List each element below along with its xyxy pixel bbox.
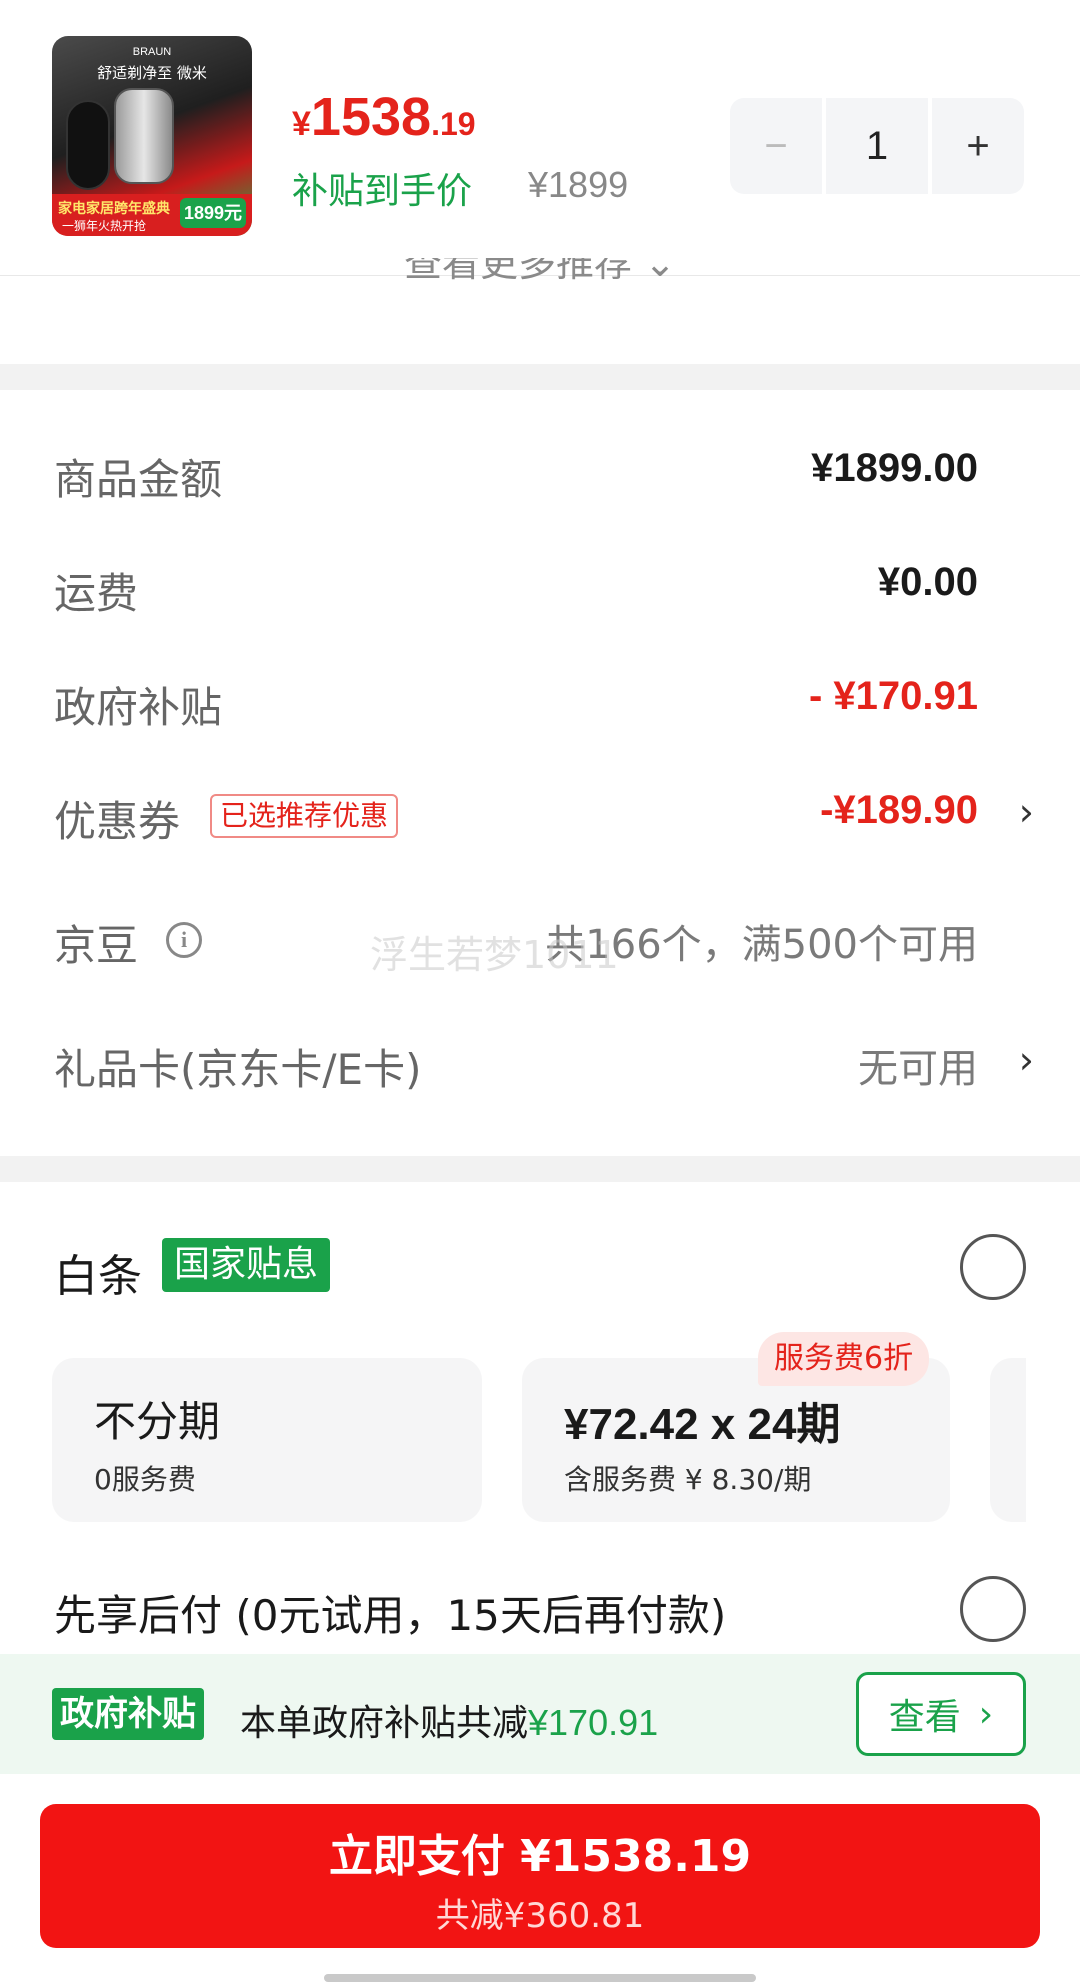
section-divider (0, 1156, 1080, 1182)
section-divider (0, 364, 1080, 390)
gov-subsidy-summary-amount: ¥170.91 (528, 1702, 659, 1743)
service-fee-discount-badge: 服务费6折 (758, 1332, 930, 1386)
product-brand: BRAUN (132, 46, 172, 58)
national-interest-badge: 国家贴息 (162, 1238, 331, 1292)
quantity-stepper: − 1 + (730, 98, 1028, 194)
shaver-graphic (114, 88, 174, 184)
buy-now-pay-later-label: 先享后付 (0元试用，15天后再付款) (54, 1591, 727, 1640)
installment-option-peek[interactable] (990, 1358, 1026, 1522)
product-image[interactable]: BRAUN 舒适剃净至 微米 家电家居跨年盛典 一狮年火热开抢 1899元 (52, 36, 252, 236)
giftcard-label: 礼品卡(京东卡/E卡) (54, 1045, 422, 1094)
chevron-right-icon: › (1018, 790, 1034, 834)
total-discount-label: 共减¥360.81 (435, 1896, 645, 1936)
coupon-value: -¥189.90 (820, 788, 978, 832)
installment-option-fee: 含服务费 ¥ 8.30/期 (564, 1463, 812, 1496)
gov-subsidy-value: - ¥170.91 (808, 674, 978, 718)
decrease-quantity-button[interactable]: − (730, 98, 822, 194)
home-indicator[interactable] (324, 1974, 756, 1982)
info-icon[interactable]: i (166, 922, 202, 958)
shipping-value: ¥0.00 (877, 560, 978, 604)
gov-subsidy-row: 政府补贴 - ¥170.91 (0, 674, 1080, 734)
buy-now-pay-later-radio[interactable] (960, 1576, 1026, 1642)
product-card: BRAUN 舒适剃净至 微米 家电家居跨年盛典 一狮年火热开抢 1899元 ¥1… (0, 0, 1080, 276)
goods-amount-row: 商品金额 ¥1899.00 (0, 446, 1080, 506)
pay-now-label: 立即支付 ¥1538.19 (328, 1831, 752, 1882)
charging-dock-graphic (66, 100, 110, 190)
giftcard-value: 无可用 (858, 1046, 978, 1092)
gov-subsidy-strip: 政府补贴 本单政府补贴共减¥170.91 查看 › (0, 1654, 1080, 1774)
price-decimal: .19 (431, 106, 476, 142)
more-recommend-link[interactable]: 查看更多推荐 ⌄ (0, 258, 1080, 310)
baitiao-title: 白条 (54, 1251, 142, 1302)
gov-subsidy-summary: 本单政府补贴共减¥170.91 (240, 1694, 658, 1746)
coupon-label: 优惠券 (54, 797, 181, 846)
installment-option-title: ¥72.42 x 24期 (564, 1400, 841, 1449)
promo-text: 家电家居跨年盛典 (58, 201, 170, 217)
chevron-right-icon: › (1018, 1038, 1034, 1082)
giftcard-row[interactable]: 礼品卡(京东卡/E卡) 无可用 › (0, 1036, 1080, 1096)
installment-option-fee: 0服务费 (94, 1463, 196, 1496)
quantity-value[interactable]: 1 (826, 98, 928, 194)
increase-quantity-button[interactable]: + (932, 98, 1024, 194)
original-price: ¥1899 (528, 164, 629, 205)
pay-now-button[interactable]: 立即支付 ¥1538.19 共减¥360.81 (40, 1804, 1040, 1948)
promo-subtext: 一狮年火热开抢 (62, 219, 147, 233)
chevron-right-icon: › (978, 1693, 994, 1735)
price-integer: 1538 (310, 87, 432, 147)
gov-subsidy-label: 政府补贴 (54, 683, 223, 732)
watermark: 浮生若梦1011 (370, 933, 619, 977)
gov-subsidy-badge: 政府补贴 (52, 1688, 204, 1740)
subsidy-price-label: 补贴到手价 (292, 171, 473, 212)
shipping-row: 运费 ¥0.00 (0, 560, 1080, 620)
installment-option-title: 不分期 (94, 1397, 221, 1446)
product-headline: 舒适剃净至 微米 (97, 64, 207, 82)
more-recommend-label: 查看更多推荐 ⌄ (404, 258, 676, 285)
baitiao-radio[interactable] (960, 1234, 1026, 1300)
jingdou-label: 京豆 (54, 921, 139, 970)
installment-option-none[interactable]: 不分期 0服务费 (52, 1358, 482, 1522)
gov-subsidy-summary-text: 本单政府补贴共减 (240, 1703, 529, 1744)
coupon-row[interactable]: 优惠券 已选推荐优惠 -¥189.90 › (0, 788, 1080, 848)
price-currency: ¥ (292, 105, 311, 143)
subsidy-price: ¥1538.19 (292, 86, 476, 148)
image-price-tag: 1899元 (180, 198, 246, 228)
shipping-label: 运费 (54, 569, 139, 618)
view-subsidy-button[interactable]: 查看 › (856, 1672, 1026, 1756)
goods-amount-label: 商品金额 (54, 455, 223, 504)
view-subsidy-label: 查看 (888, 1697, 961, 1738)
goods-amount-value: ¥1899.00 (811, 446, 978, 490)
coupon-recommended-tag: 已选推荐优惠 (210, 794, 399, 838)
